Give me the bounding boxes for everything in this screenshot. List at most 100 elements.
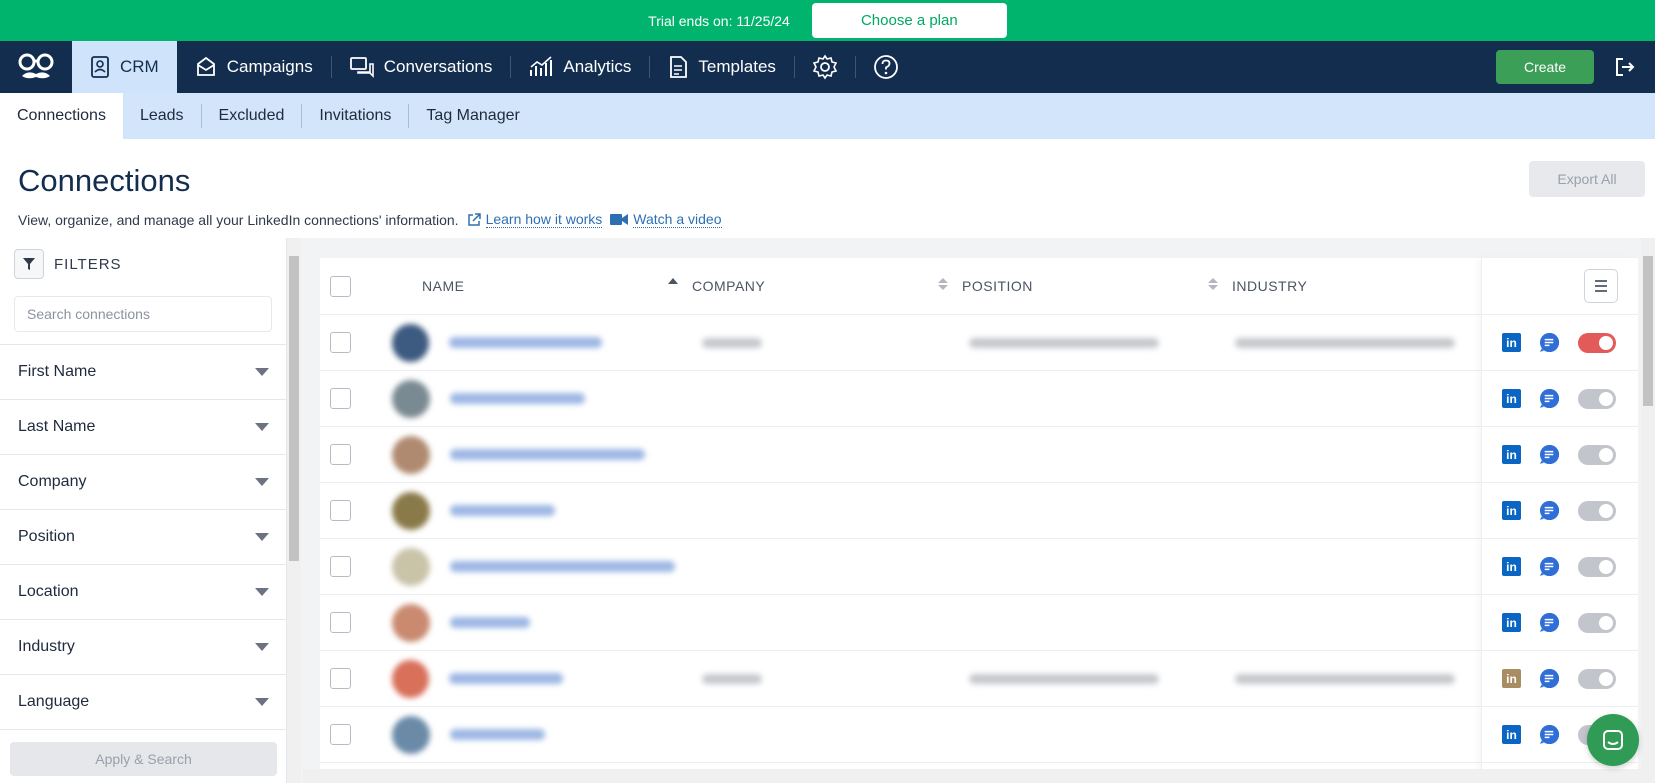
nav-templates[interactable]: Templates <box>650 41 793 93</box>
row-checkbox[interactable] <box>330 612 351 633</box>
connection-name-link[interactable] <box>449 673 563 684</box>
tab-invitations[interactable]: Invitations <box>302 93 408 139</box>
page-header: Connections View, organize, and manage a… <box>0 139 1655 238</box>
row-checkbox[interactable] <box>330 668 351 689</box>
linkedin-icon[interactable]: in <box>1502 613 1521 632</box>
tab-tag-manager[interactable]: Tag Manager <box>409 93 536 139</box>
message-icon[interactable] <box>1539 388 1560 409</box>
logo-icon[interactable] <box>0 41 72 93</box>
row-checkbox[interactable] <box>330 556 351 577</box>
actions-body: in in in in in in in in <box>1482 315 1638 763</box>
column-company-header[interactable]: COMPANY <box>692 278 962 294</box>
select-all-checkbox[interactable] <box>330 275 351 297</box>
sort-ascending-icon <box>668 278 678 284</box>
table-row[interactable] <box>320 427 1481 483</box>
connection-name-link[interactable] <box>450 729 545 740</box>
nav-campaigns[interactable]: Campaigns <box>177 41 331 93</box>
message-icon[interactable] <box>1539 612 1560 633</box>
table-row[interactable] <box>320 371 1481 427</box>
apply-search-button[interactable]: Apply & Search <box>10 742 277 776</box>
learn-how-link[interactable]: Learn how it works <box>467 211 603 228</box>
contact-card-icon <box>91 56 109 78</box>
row-checkbox[interactable] <box>330 332 351 353</box>
table-row[interactable] <box>320 651 1481 707</box>
table-row[interactable] <box>320 483 1481 539</box>
search-connections-input[interactable]: Search connections <box>14 296 272 332</box>
settings-button[interactable] <box>795 41 855 93</box>
tab-connections[interactable]: Connections <box>0 93 123 139</box>
message-icon[interactable] <box>1539 444 1560 465</box>
campaign-toggle[interactable] <box>1578 612 1616 633</box>
funnel-icon <box>23 258 35 270</box>
sub-nav: Connections Leads Excluded Invitations T… <box>0 93 1655 139</box>
filter-language[interactable]: Language <box>0 675 286 730</box>
connection-name-link[interactable] <box>450 449 645 460</box>
content-area: FILTERS Search connections First Name La… <box>0 238 1655 783</box>
campaign-toggle[interactable] <box>1578 556 1616 577</box>
campaign-toggle[interactable] <box>1578 332 1616 353</box>
chat-widget-button[interactable] <box>1587 714 1639 766</box>
linkedin-icon[interactable]: in <box>1502 333 1521 352</box>
horizontal-scrollbar[interactable] <box>303 769 1641 783</box>
sort-icon <box>938 278 948 294</box>
export-all-button[interactable]: Export All <box>1529 161 1645 197</box>
filter-first-name[interactable]: First Name <box>0 345 286 400</box>
table-row[interactable] <box>320 315 1481 371</box>
message-icon[interactable] <box>1539 724 1560 745</box>
table-scrollbar[interactable] <box>1641 238 1655 783</box>
scrollbar-thumb[interactable] <box>289 256 299 561</box>
row-checkbox[interactable] <box>330 388 351 409</box>
campaign-toggle[interactable] <box>1578 388 1616 409</box>
message-icon[interactable] <box>1539 556 1560 577</box>
linkedin-icon[interactable]: in <box>1502 669 1521 688</box>
message-icon[interactable] <box>1539 668 1560 689</box>
message-icon[interactable] <box>1539 332 1560 353</box>
nav-conversations[interactable]: Conversations <box>332 41 511 93</box>
linkedin-icon[interactable]: in <box>1502 501 1521 520</box>
filter-company[interactable]: Company <box>0 455 286 510</box>
filter-toggle-button[interactable] <box>14 249 44 279</box>
create-button[interactable]: Create <box>1496 50 1594 84</box>
table-row[interactable] <box>320 595 1481 651</box>
column-menu-button[interactable] <box>1584 269 1618 303</box>
filter-label: First Name <box>18 363 97 380</box>
filter-last-name[interactable]: Last Name <box>0 400 286 455</box>
connection-name-link[interactable] <box>450 505 555 516</box>
campaign-toggle[interactable] <box>1578 668 1616 689</box>
scrollbar-thumb[interactable] <box>1643 256 1653 406</box>
tab-excluded[interactable]: Excluded <box>202 93 302 139</box>
filters-scrollbar[interactable] <box>287 238 301 783</box>
row-checkbox[interactable] <box>330 500 351 521</box>
column-industry-header[interactable]: INDUSTRY <box>1232 278 1481 294</box>
connection-name-link[interactable] <box>450 561 675 572</box>
campaign-toggle[interactable] <box>1578 444 1616 465</box>
choose-plan-button[interactable]: Choose a plan <box>811 3 1007 38</box>
filter-location[interactable]: Location <box>0 565 286 620</box>
video-camera-icon <box>610 214 629 225</box>
tab-leads[interactable]: Leads <box>123 93 201 139</box>
filter-position[interactable]: Position <box>0 510 286 565</box>
column-name-header[interactable]: NAME <box>422 278 692 294</box>
table-row[interactable] <box>320 707 1481 763</box>
linkedin-icon[interactable]: in <box>1502 389 1521 408</box>
column-position-header[interactable]: POSITION <box>962 278 1232 294</box>
linkedin-icon[interactable]: in <box>1502 445 1521 464</box>
linkedin-icon[interactable]: in <box>1502 725 1521 744</box>
campaign-toggle[interactable] <box>1578 500 1616 521</box>
connection-name-link[interactable] <box>450 617 530 628</box>
nav-crm[interactable]: CRM <box>72 41 177 93</box>
linkedin-icon[interactable]: in <box>1502 557 1521 576</box>
help-button[interactable] <box>856 41 916 93</box>
watch-video-link[interactable]: Watch a video <box>610 211 722 228</box>
row-checkbox[interactable] <box>330 724 351 745</box>
message-icon[interactable] <box>1539 500 1560 521</box>
connection-name-link[interactable] <box>450 393 585 404</box>
connection-name-link[interactable] <box>449 337 603 348</box>
table-row[interactable] <box>320 539 1481 595</box>
company-cell <box>701 337 969 348</box>
logout-button[interactable] <box>1613 55 1637 79</box>
nav-analytics[interactable]: Analytics <box>511 41 649 93</box>
row-checkbox[interactable] <box>330 444 351 465</box>
trial-text: Trial ends on: 11/25/24 <box>648 12 790 29</box>
filter-industry[interactable]: Industry <box>0 620 286 675</box>
